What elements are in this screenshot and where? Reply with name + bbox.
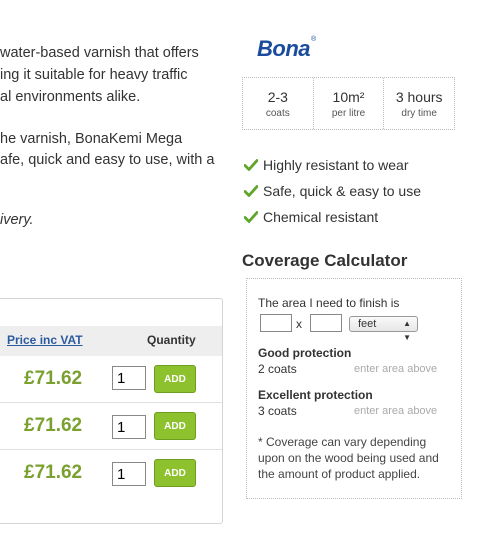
feature-text: Safe, quick & easy to use (263, 183, 421, 199)
unit-selected: feet (358, 318, 377, 330)
description-line: al environments alike. (0, 89, 141, 105)
description-line: ing it suitable for heavy traffic (0, 67, 188, 83)
feature-list: Highly resistant to wear Safe, quick & e… (244, 152, 421, 230)
width-input[interactable] (260, 314, 292, 332)
description-line: afe, quick and easy to use, with a (0, 152, 215, 168)
spec-coats: 2-3 coats (243, 78, 314, 129)
calculator-title: Coverage Calculator (242, 251, 408, 270)
check-icon (244, 211, 258, 223)
price-value: £71.62 (24, 415, 83, 436)
bona-logo: Bona® (257, 36, 316, 62)
times-sign: x (296, 317, 302, 331)
spec-dry-time: 3 hours dry time (384, 78, 454, 129)
spec-unit: per litre (331, 108, 366, 119)
description-line: water-based varnish that offers (0, 45, 199, 61)
brand-name: Bona (257, 36, 311, 61)
quantity-column-header: Quantity (147, 333, 196, 347)
price-table: Price inc VAT Quantity £71.62 ADD £71.62… (0, 298, 223, 524)
good-protection-label: Good protection (258, 346, 352, 360)
quantity-input[interactable] (112, 415, 146, 439)
product-specs: 2-3 coats 10m² per litre 3 hours dry tim… (242, 77, 455, 130)
feature-text: Highly resistant to wear (263, 157, 409, 173)
excellent-protection-label: Excellent protection (258, 388, 373, 402)
add-button[interactable]: ADD (154, 365, 196, 393)
quantity-input[interactable] (112, 366, 146, 390)
coverage-calculator: The area I need to finish is x feet ▲ ▼ G… (246, 278, 462, 499)
price-value: £71.62 (24, 368, 83, 389)
spec-unit: coats (265, 108, 290, 119)
registered-mark: ® (311, 36, 316, 43)
table-row: £71.62 ADD (0, 450, 222, 496)
area-label: The area I need to finish is (258, 296, 400, 310)
unit-select[interactable]: feet ▲ ▼ (349, 316, 418, 342)
add-button[interactable]: ADD (154, 459, 196, 487)
spec-value: 2-3 (267, 89, 288, 105)
feature-item: Safe, quick & easy to use (244, 178, 421, 204)
feature-text: Chemical resistant (263, 209, 379, 225)
price-column-header[interactable]: Price inc VAT (7, 333, 83, 347)
quantity-input[interactable] (112, 462, 146, 486)
check-icon (244, 159, 258, 171)
table-row: £71.62 ADD (0, 356, 222, 403)
excellent-protection-coats: 3 coats (258, 404, 297, 418)
spec-coverage: 10m² per litre (314, 78, 385, 129)
description-line: ivery. (0, 212, 34, 228)
add-button[interactable]: ADD (154, 412, 196, 440)
check-icon (244, 185, 258, 197)
table-row: £71.62 ADD (0, 403, 222, 450)
spec-value: 10m² (332, 89, 365, 105)
excellent-protection-result: enter area above (354, 405, 438, 417)
good-protection-coats: 2 coats (258, 362, 297, 376)
feature-item: Chemical resistant (244, 204, 421, 230)
coverage-note: * Coverage can vary depending upon on th… (258, 435, 439, 481)
length-input[interactable] (310, 314, 342, 332)
select-arrows-icon: ▲ ▼ (403, 319, 411, 342)
good-protection-result: enter area above (354, 363, 438, 375)
feature-item: Highly resistant to wear (244, 152, 421, 178)
spec-unit: dry time (401, 108, 437, 119)
price-value: £71.62 (24, 462, 83, 483)
spec-value: 3 hours (395, 89, 443, 105)
